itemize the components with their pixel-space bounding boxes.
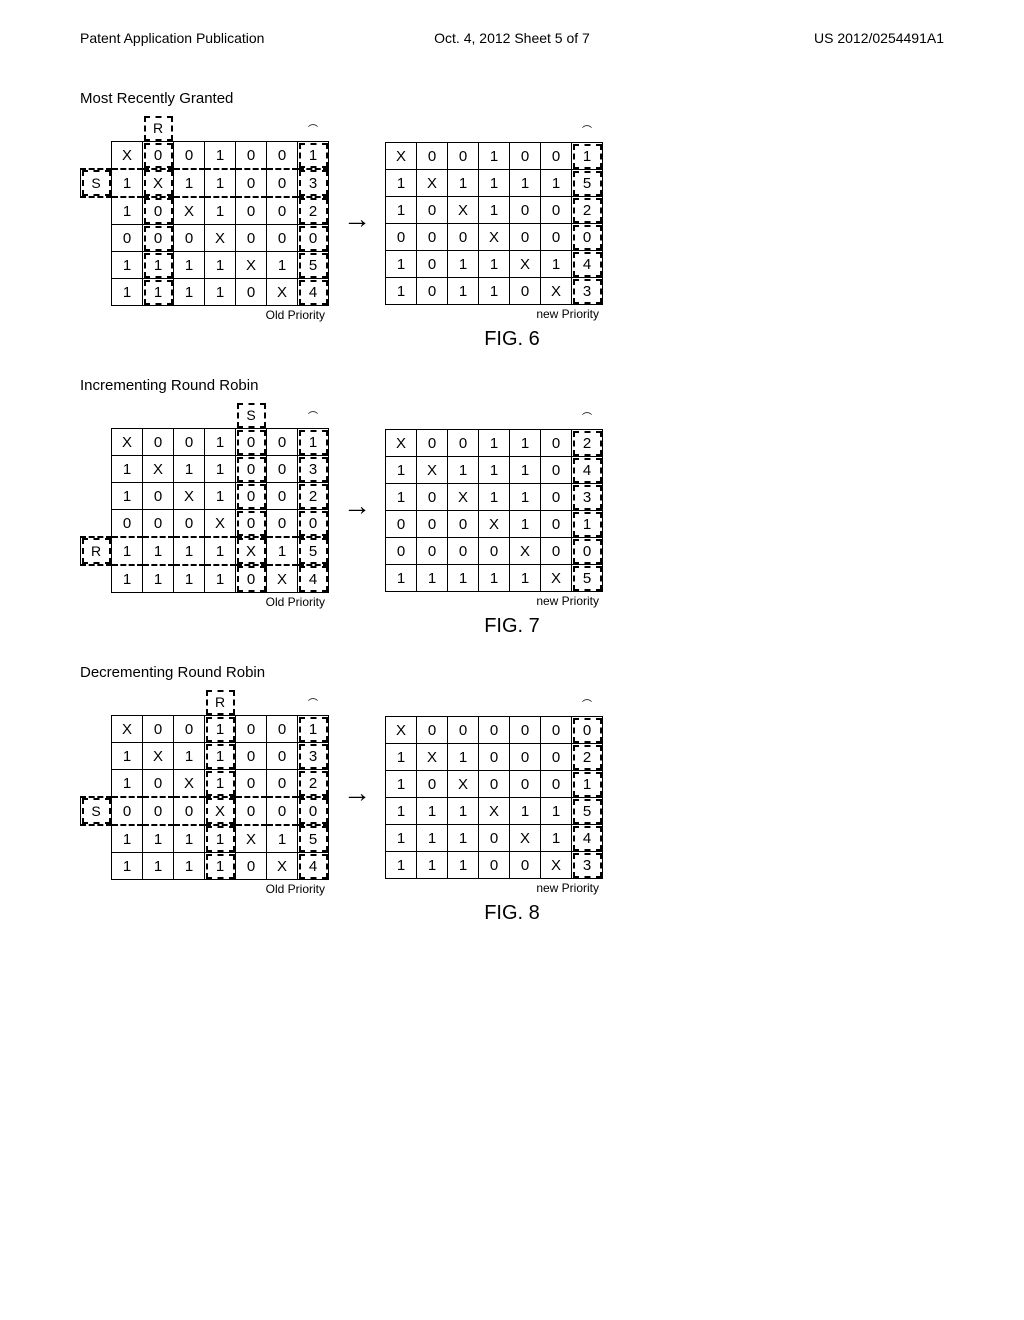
old-priority-caption: Old Priority [80,595,329,609]
new-priority-caption: new Priority [385,307,603,321]
header-center: Oct. 4, 2012 Sheet 5 of 7 [0,30,1024,46]
table-row: 1011X14 [386,251,603,278]
old-priority-caption: Old Priority [80,882,329,896]
arrow-icon: → [343,490,371,522]
fig7-row: S⌒ X001001 1X11003 10X1002 000X000 R1111… [80,402,944,609]
fig8-right-matrix: ⌒ X000000 1X10002 10X0001 111X115 1110X1… [385,690,603,895]
table-row: 10110X3 [386,278,603,305]
table-row: X001001 [81,142,329,170]
table-row: X000000 [386,717,603,744]
figure-label-7: FIG. 7 [80,615,944,638]
table-row: 111X115 [386,798,603,825]
table-row: 10X1103 [386,484,603,511]
table-row: R1111X15 [81,537,329,565]
col-header-R: R [143,115,174,142]
table-row: 10X1002 [386,197,603,224]
table-row: 11100X3 [386,852,603,879]
arrow-icon: → [343,203,371,235]
table-row: 1X11104 [386,457,603,484]
table-row: 11110X4 [81,853,329,880]
table-row: X001001 [81,429,329,456]
row-header-S: S [81,169,112,197]
table-row: 1X11003 [81,743,329,770]
figure-label-8: FIG. 8 [80,902,944,925]
table-row: 0000X00 [386,538,603,565]
table-row: 000X000 [81,510,329,538]
table-row: 1111X15 [81,252,329,279]
fig7-left-matrix: S⌒ X001001 1X11003 10X1002 000X000 R1111… [80,402,329,609]
fig7-right-matrix: ⌒ X001102 1X11104 10X1103 000X101 0000X0… [385,403,603,608]
row-header-S: S [81,797,112,825]
new-priority-caption: new Priority [385,594,603,608]
section-title-drr: Decrementing Round Robin [80,664,944,681]
table-row: 11110X4 [81,565,329,593]
table-row: 11110X4 [81,279,329,306]
fig8-row: R⌒ X001001 1X11003 10X1002 S000X000 1111… [80,689,944,896]
col-header-S: S [236,402,267,429]
col-header-R: R [205,689,236,716]
table-row: 1111X15 [81,825,329,853]
old-priority-caption: Old Priority [80,308,329,322]
fig6-right-matrix: ⌒ X001001 1X11115 10X1002 000X000 1011X1… [385,116,603,321]
table-row: 10X1002 [81,197,329,225]
new-priority-caption: new Priority [385,881,603,895]
table-row: 10X1002 [81,483,329,510]
fig6-left-matrix: R⌒ X001001 S1X11003 10X1002 000X000 1111… [80,115,329,322]
table-row: 10X1002 [81,770,329,798]
table-row: X001001 [81,716,329,743]
table-row: X001001 [386,143,603,170]
table-row: 000X000 [386,224,603,251]
table-row: 000X000 [81,225,329,252]
table-row: 1X10002 [386,744,603,771]
arrow-icon: → [343,777,371,809]
row-header-R: R [81,537,112,565]
table-row: 1X11003 [81,456,329,483]
table-row: 000X101 [386,511,603,538]
fig8-left-matrix: R⌒ X001001 1X11003 10X1002 S000X000 1111… [80,689,329,896]
section-title-mrg: Most Recently Granted [80,90,944,107]
fig6-row: R⌒ X001001 S1X11003 10X1002 000X000 1111… [80,115,944,322]
table-row: 1X11115 [386,170,603,197]
table-row: X001102 [386,430,603,457]
section-title-irr: Incrementing Round Robin [80,377,944,394]
table-row: 11111X5 [386,565,603,592]
table-row: S1X11003 [81,169,329,197]
table-row: S000X000 [81,797,329,825]
figure-label-6: FIG. 6 [80,328,944,351]
table-row: 1110X14 [386,825,603,852]
table-row: 10X0001 [386,771,603,798]
